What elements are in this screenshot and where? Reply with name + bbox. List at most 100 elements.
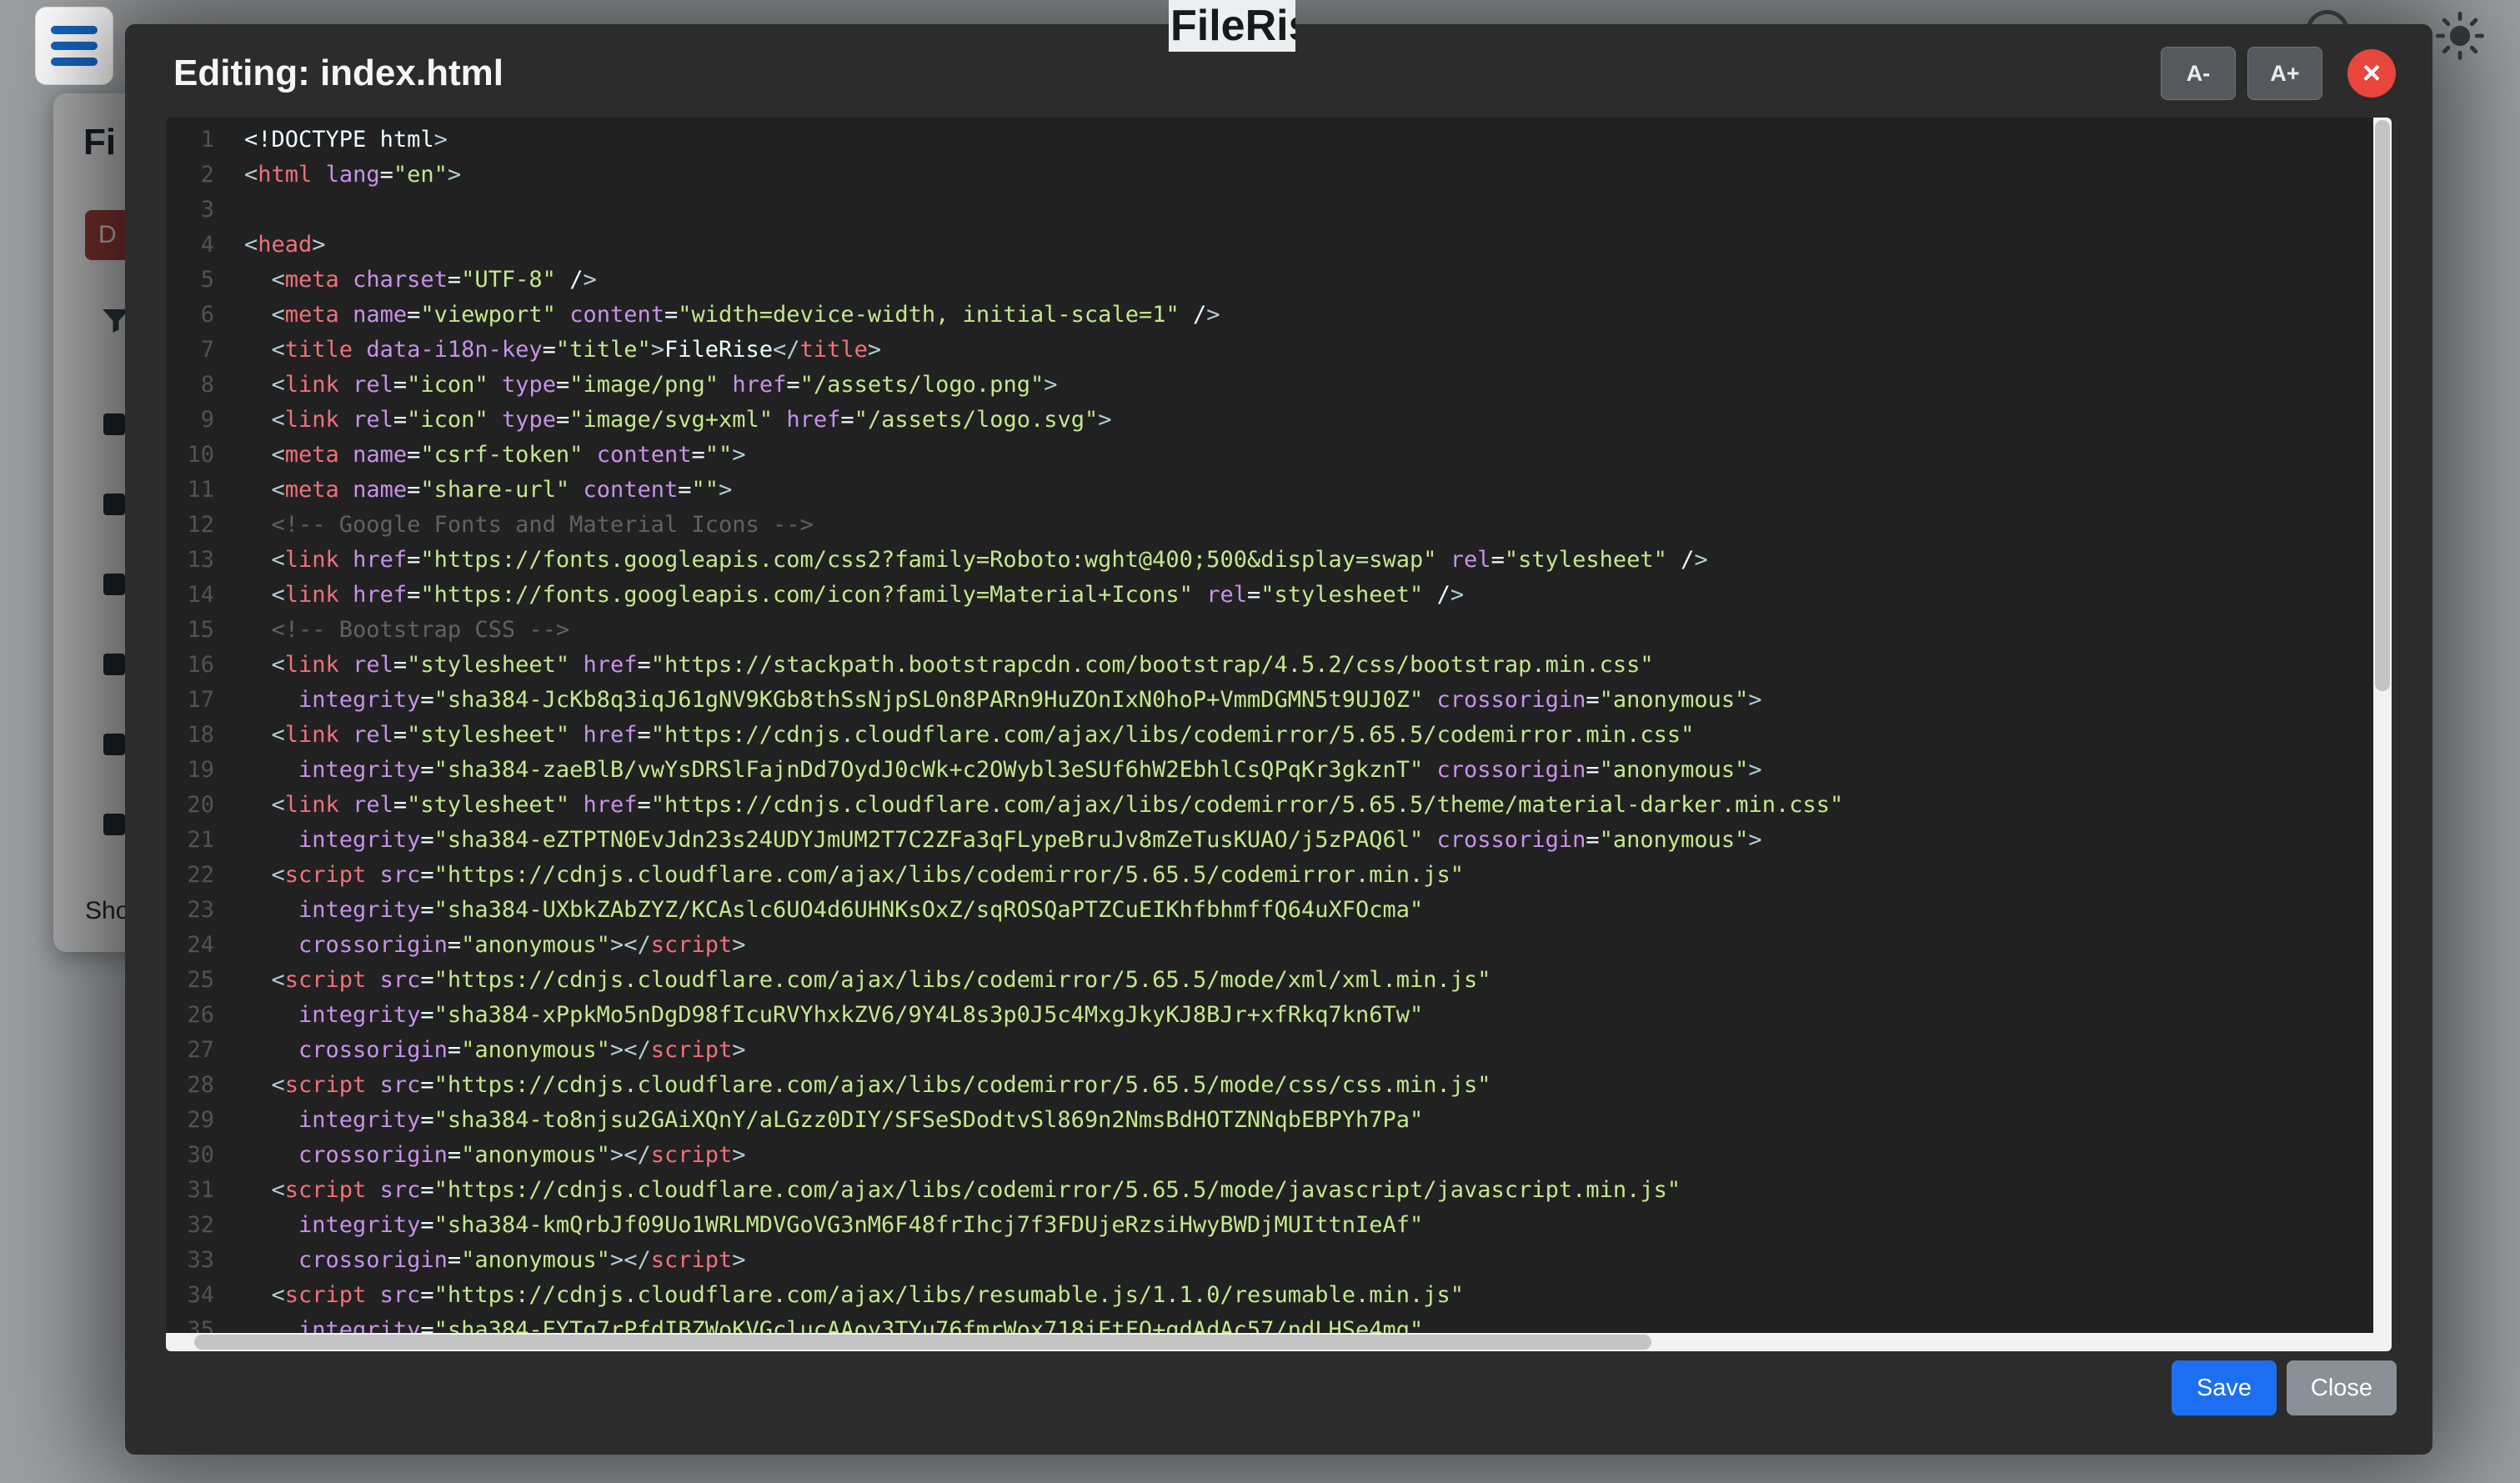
line-number: 3 bbox=[166, 193, 214, 228]
code-line[interactable]: 9 <link rel="icon" type="image/svg+xml" … bbox=[166, 403, 2373, 438]
code-text: <meta charset="UTF-8" /> bbox=[244, 267, 597, 293]
line-number: 25 bbox=[166, 963, 214, 998]
font-increase-button[interactable]: A+ bbox=[2247, 47, 2322, 100]
code-editor[interactable]: 1<!DOCTYPE html>2<html lang="en">34<head… bbox=[166, 118, 2392, 1351]
main-menu-button[interactable] bbox=[35, 7, 113, 85]
code-line[interactable]: 23 integrity="sha384-UXbkZAbZYZ/KCAslc6U… bbox=[166, 893, 2373, 928]
line-number: 27 bbox=[166, 1033, 214, 1068]
code-line[interactable]: 11 <meta name="share-url" content=""> bbox=[166, 473, 2373, 508]
code-text: <meta name="viewport" content="width=dev… bbox=[244, 302, 1220, 328]
line-number: 35 bbox=[166, 1313, 214, 1333]
line-number: 34 bbox=[166, 1278, 214, 1313]
code-text: <script src="https://cdnjs.cloudflare.co… bbox=[244, 1282, 1464, 1308]
code-line[interactable]: 8 <link rel="icon" type="image/png" href… bbox=[166, 368, 2373, 403]
font-decrease-button[interactable]: A- bbox=[2161, 47, 2236, 100]
code-line[interactable]: 27 crossorigin="anonymous"></script> bbox=[166, 1033, 2373, 1068]
dark-mode-toggle[interactable] bbox=[2436, 12, 2484, 60]
code-text: integrity="sha384-eZTPTN0EvJdn23s24UDYJm… bbox=[244, 827, 1762, 853]
code-line[interactable]: 1<!DOCTYPE html> bbox=[166, 123, 2373, 158]
modal-title: Editing: index.html bbox=[173, 53, 2161, 94]
close-x-button[interactable]: × bbox=[2347, 49, 2396, 98]
line-number: 11 bbox=[166, 473, 214, 508]
line-number: 14 bbox=[166, 578, 214, 613]
vertical-scrollbar-thumb[interactable] bbox=[2375, 120, 2390, 691]
vertical-scrollbar[interactable] bbox=[2373, 118, 2392, 1333]
code-text: <meta name="share-url" content=""> bbox=[244, 477, 732, 503]
code-line[interactable]: 30 crossorigin="anonymous"></script> bbox=[166, 1138, 2373, 1173]
code-line[interactable]: 33 crossorigin="anonymous"></script> bbox=[166, 1243, 2373, 1278]
code-line[interactable]: 31 <script src="https://cdnjs.cloudflare… bbox=[166, 1173, 2373, 1208]
line-number: 13 bbox=[166, 543, 214, 578]
line-number: 7 bbox=[166, 333, 214, 368]
code-text: integrity="sha384-zaeBlB/vwYsDRSlFajnDd7… bbox=[244, 757, 1762, 783]
code-line[interactable]: 26 integrity="sha384-xPpkMo5nDgD98fIcuRV… bbox=[166, 998, 2373, 1033]
code-text: <link href="https://fonts.googleapis.com… bbox=[244, 547, 1708, 573]
code-line[interactable]: 13 <link href="https://fonts.googleapis.… bbox=[166, 543, 2373, 578]
code-text: integrity="sha384-xPpkMo5nDgD98fIcuRVYhx… bbox=[244, 1002, 1423, 1028]
code-line[interactable]: 19 integrity="sha384-zaeBlB/vwYsDRSlFajn… bbox=[166, 753, 2373, 788]
code-text: <script src="https://cdnjs.cloudflare.co… bbox=[244, 1177, 1681, 1203]
code-text: integrity="sha384-JcKb8q3iqJ61gNV9KGb8th… bbox=[244, 687, 1762, 713]
code-text: integrity="sha384-EYTg7rPfdIBZWoKVGclucA… bbox=[244, 1317, 1423, 1333]
code-line[interactable]: 25 <script src="https://cdnjs.cloudflare… bbox=[166, 963, 2373, 998]
code-line[interactable]: 35 integrity="sha384-EYTg7rPfdIBZWoKVGcl… bbox=[166, 1313, 2373, 1333]
code-text: <link rel="icon" type="image/png" href="… bbox=[244, 372, 1057, 398]
line-number: 6 bbox=[166, 298, 214, 333]
code-line[interactable]: 34 <script src="https://cdnjs.cloudflare… bbox=[166, 1278, 2373, 1313]
line-number: 30 bbox=[166, 1138, 214, 1173]
code-line[interactable]: 14 <link href="https://fonts.googleapis.… bbox=[166, 578, 2373, 613]
code-text: <title data-i18n-key="title">FileRise</t… bbox=[244, 337, 881, 363]
code-line[interactable]: 22 <script src="https://cdnjs.cloudflare… bbox=[166, 858, 2373, 893]
code-line[interactable]: 2<html lang="en"> bbox=[166, 158, 2373, 193]
code-line[interactable]: 18 <link rel="stylesheet" href="https://… bbox=[166, 718, 2373, 753]
line-number: 26 bbox=[166, 998, 214, 1033]
code-text: <!-- Google Fonts and Material Icons --> bbox=[244, 512, 814, 538]
save-button[interactable]: Save bbox=[2172, 1360, 2277, 1415]
line-number: 1 bbox=[166, 123, 214, 158]
line-number: 32 bbox=[166, 1208, 214, 1243]
code-line[interactable]: 5 <meta charset="UTF-8" /> bbox=[166, 263, 2373, 298]
code-lines: 1<!DOCTYPE html>2<html lang="en">34<head… bbox=[166, 123, 2373, 1333]
line-number: 20 bbox=[166, 788, 214, 823]
code-line[interactable]: 32 integrity="sha384-kmQrbJf09Uo1WRLMDVG… bbox=[166, 1208, 2373, 1243]
code-line[interactable]: 24 crossorigin="anonymous"></script> bbox=[166, 928, 2373, 963]
code-text: integrity="sha384-kmQrbJf09Uo1WRLMDVGoVG… bbox=[244, 1212, 1423, 1238]
line-number: 19 bbox=[166, 753, 214, 788]
code-line[interactable]: 17 integrity="sha384-JcKb8q3iqJ61gNV9KGb… bbox=[166, 683, 2373, 718]
scrollbar-corner bbox=[2373, 1333, 2392, 1351]
code-text: <!-- Bootstrap CSS --> bbox=[244, 617, 569, 643]
code-line[interactable]: 10 <meta name="csrf-token" content=""> bbox=[166, 438, 2373, 473]
editor-modal: Editing: index.html A- A+ × 1<!DOCTYPE h… bbox=[125, 24, 2432, 1455]
modal-footer: Save Close bbox=[2172, 1360, 2397, 1415]
line-number: 18 bbox=[166, 718, 214, 753]
code-line[interactable]: 15 <!-- Bootstrap CSS --> bbox=[166, 613, 2373, 648]
hamburger-icon bbox=[51, 26, 98, 34]
line-number: 16 bbox=[166, 648, 214, 683]
code-line[interactable]: 16 <link rel="stylesheet" href="https://… bbox=[166, 648, 2373, 683]
code-line[interactable]: 12 <!-- Google Fonts and Material Icons … bbox=[166, 508, 2373, 543]
code-text: integrity="sha384-to8njsu2GAiXQnY/aLGzz0… bbox=[244, 1107, 1423, 1133]
code-line[interactable]: 20 <link rel="stylesheet" href="https://… bbox=[166, 788, 2373, 823]
line-number: 33 bbox=[166, 1243, 214, 1278]
code-line[interactable]: 7 <title data-i18n-key="title">FileRise<… bbox=[166, 333, 2373, 368]
code-line[interactable]: 29 integrity="sha384-to8njsu2GAiXQnY/aLG… bbox=[166, 1103, 2373, 1138]
code-line[interactable]: 3 bbox=[166, 193, 2373, 228]
code-text: <html lang="en"> bbox=[244, 162, 461, 188]
code-line[interactable]: 21 integrity="sha384-eZTPTN0EvJdn23s24UD… bbox=[166, 823, 2373, 858]
modal-toolbar: A- A+ × bbox=[2161, 47, 2396, 100]
line-number: 5 bbox=[166, 263, 214, 298]
code-line[interactable]: 6 <meta name="viewport" content="width=d… bbox=[166, 298, 2373, 333]
app-title: FileRise bbox=[1169, 0, 1295, 52]
horizontal-scrollbar[interactable] bbox=[166, 1333, 2373, 1351]
code-text: <link rel="stylesheet" href="https://cdn… bbox=[244, 722, 1694, 748]
line-number: 28 bbox=[166, 1068, 214, 1103]
close-button[interactable]: Close bbox=[2287, 1360, 2397, 1415]
code-text: <script src="https://cdnjs.cloudflare.co… bbox=[244, 1072, 1491, 1098]
line-number: 9 bbox=[166, 403, 214, 438]
code-text: crossorigin="anonymous"></script> bbox=[244, 1037, 746, 1063]
horizontal-scrollbar-thumb[interactable] bbox=[194, 1335, 1651, 1350]
code-line[interactable]: 4<head> bbox=[166, 228, 2373, 263]
code-line[interactable]: 28 <script src="https://cdnjs.cloudflare… bbox=[166, 1068, 2373, 1103]
line-number: 4 bbox=[166, 228, 214, 263]
line-number: 17 bbox=[166, 683, 214, 718]
